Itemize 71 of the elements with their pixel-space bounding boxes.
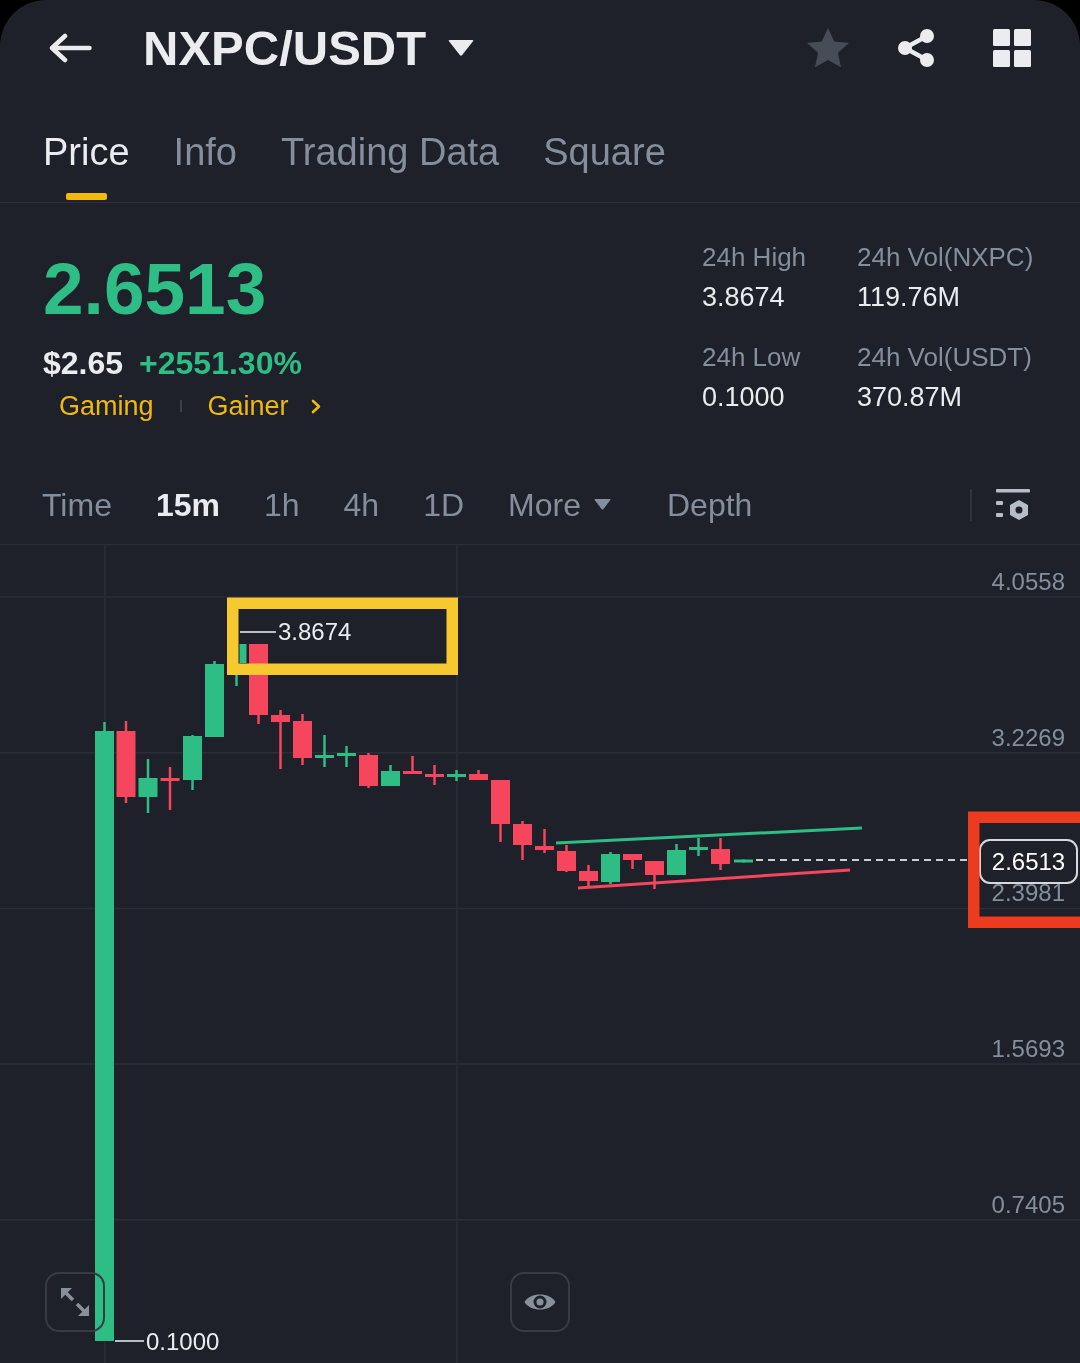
price-scale-label: 1.5693 (991, 1035, 1065, 1063)
candle (734, 859, 753, 863)
candle (315, 735, 334, 767)
tag-link[interactable]: Gainer (207, 388, 321, 424)
view-tab[interactable]: Depth (666, 484, 753, 525)
candle (601, 852, 620, 884)
stat-value: 0.1000 (702, 381, 785, 414)
high-price-label: 3.8674 (278, 618, 352, 645)
candle (579, 865, 598, 886)
price-scale-label: 3.2269 (991, 723, 1065, 751)
interval-tab[interactable]: 4h (343, 484, 380, 525)
price-scale-label: 4.0558 (991, 568, 1065, 595)
candle (689, 838, 708, 856)
share-icon[interactable] (896, 27, 936, 68)
candle (645, 861, 664, 889)
leader-line (239, 631, 277, 633)
candle (337, 746, 356, 767)
stat-value: 370.87M (857, 381, 963, 414)
candle (623, 854, 642, 869)
visibility-button[interactable] (510, 1272, 570, 1332)
caret-icon (448, 39, 475, 56)
candle (183, 735, 202, 790)
candle (359, 753, 378, 788)
candle (160, 767, 180, 810)
candle (381, 765, 400, 786)
fiat-price: $2.65 (43, 344, 124, 383)
candle (403, 756, 422, 774)
interval-tab[interactable]: 1D (423, 484, 465, 525)
candle (425, 765, 444, 785)
tab[interactable]: Price (43, 128, 130, 200)
interval-tab[interactable]: 1h (263, 484, 300, 525)
candle (711, 838, 730, 870)
candle (513, 821, 532, 860)
star-icon[interactable] (807, 27, 849, 68)
candle (447, 770, 466, 781)
candle (235, 644, 247, 686)
candle (469, 770, 488, 780)
last-price: 2.6513 (43, 249, 267, 329)
stat-label: 24h High (702, 241, 807, 274)
interval-tab[interactable]: 15m (155, 484, 220, 525)
candle (535, 829, 554, 853)
candle (293, 714, 312, 765)
candle (271, 710, 290, 769)
candle (667, 844, 686, 875)
caret-icon (593, 499, 611, 510)
tag-link[interactable]: Gaming (59, 388, 154, 424)
back-icon[interactable] (48, 32, 92, 63)
stat-value: 3.8674 (702, 281, 785, 314)
candle (557, 845, 576, 872)
tab[interactable]: Trading Data (280, 128, 500, 200)
last-price-tag: 2.6513 (979, 839, 1078, 884)
expand-button[interactable] (45, 1272, 105, 1332)
low-price-label: 0.1000 (146, 1327, 220, 1355)
price-scale-label: 0.7405 (991, 1190, 1065, 1218)
pair-selector[interactable]: NXPC/USDT (143, 19, 475, 76)
interval-tab[interactable]: Time (42, 484, 112, 525)
chart-settings-icon[interactable] (996, 488, 1030, 521)
tab[interactable]: Info (173, 128, 237, 200)
dropdown-button[interactable]: More (508, 484, 611, 525)
stat-label: 24h Low (702, 341, 801, 374)
grid-icon[interactable] (993, 28, 1031, 67)
tab[interactable]: Square (543, 128, 666, 200)
candle (491, 780, 510, 842)
chevron-icon (310, 398, 321, 414)
expand-icon (60, 1287, 90, 1317)
leader-line (114, 1340, 145, 1342)
stat-label: 24h Vol(NXPC) (857, 241, 1034, 274)
stat-value: 119.76M (857, 281, 961, 314)
candle (138, 759, 158, 813)
stat-label: 24h Vol(USDT) (857, 341, 1032, 374)
price-change: +2551.30% (139, 344, 302, 383)
